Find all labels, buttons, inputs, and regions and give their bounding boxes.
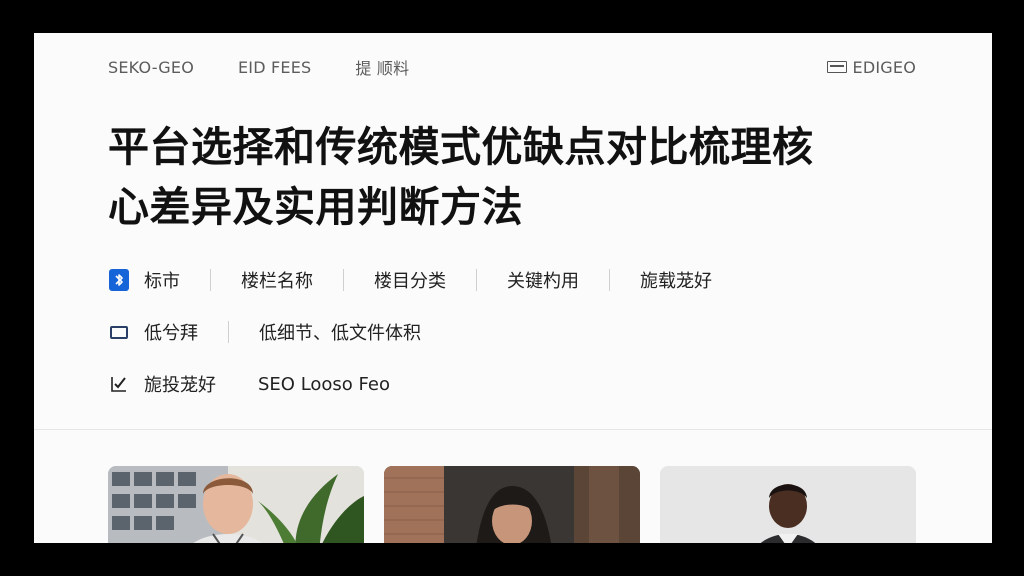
brand-link[interactable]: EDIGEO (826, 57, 916, 77)
thumbnail-man-studio[interactable] (660, 466, 916, 543)
meta-item[interactable]: 楼栏名称 (241, 267, 313, 293)
seo-label[interactable]: SEO Looso Feo (258, 374, 390, 395)
title-line-2: 心差异及实用判断方法 (108, 183, 523, 231)
rectangle-icon (108, 321, 130, 343)
meta-item[interactable]: 旎载茏好 (640, 267, 712, 293)
nav-link-seko-geo[interactable]: SEKO-GEO (108, 58, 194, 77)
top-navigation: SEKO-GEO EID FEES 提 顺料 EDIGEO (108, 55, 916, 79)
section-divider (34, 429, 992, 430)
meta-item[interactable]: 楼目分类 (374, 267, 446, 293)
separator (343, 269, 344, 291)
letterbox-frame: SEKO-GEO EID FEES 提 顺料 EDIGEO 平台选择和传统模式优… (0, 0, 1024, 576)
bluetooth-badge-icon (108, 269, 130, 291)
separator (210, 269, 211, 291)
separator (228, 321, 229, 343)
meta-row-format: 低兮拜 低细节、低文件体积 (108, 319, 421, 345)
meta-item[interactable]: 标市 (144, 267, 180, 293)
article-card: SEKO-GEO EID FEES 提 顺料 EDIGEO 平台选择和传统模式优… (34, 33, 992, 543)
brand-label: EDIGEO (852, 57, 916, 77)
thumbnail-man-office[interactable] (108, 466, 364, 543)
separator (476, 269, 477, 291)
meta-item[interactable]: 旎投茏好 (144, 371, 216, 397)
separator (609, 269, 610, 291)
window-icon (826, 61, 847, 73)
thumbnail-row (108, 466, 916, 543)
title-line-1: 平台选择和传统模式优缺点对比梳理核 (108, 123, 814, 171)
nav-link-third[interactable]: 提 顺料 (355, 55, 409, 79)
meta-row-seo: 旎投茏好 SEO Looso Feo (108, 371, 390, 397)
meta-item[interactable]: 低细节、低文件体积 (259, 319, 421, 345)
meta-row-tags: 标市 楼栏名称 楼目分类 关键杓用 旎载茏好 (108, 267, 712, 293)
checkmark-icon (108, 373, 130, 395)
thumbnail-woman-interior[interactable] (384, 466, 640, 543)
meta-item[interactable]: 低兮拜 (144, 319, 198, 345)
page-title: 平台选择和传统模式优缺点对比梳理核 心差异及实用判断方法 (108, 117, 928, 237)
meta-item[interactable]: 关键杓用 (507, 267, 579, 293)
nav-link-eid-fees[interactable]: EID FEES (238, 58, 311, 77)
